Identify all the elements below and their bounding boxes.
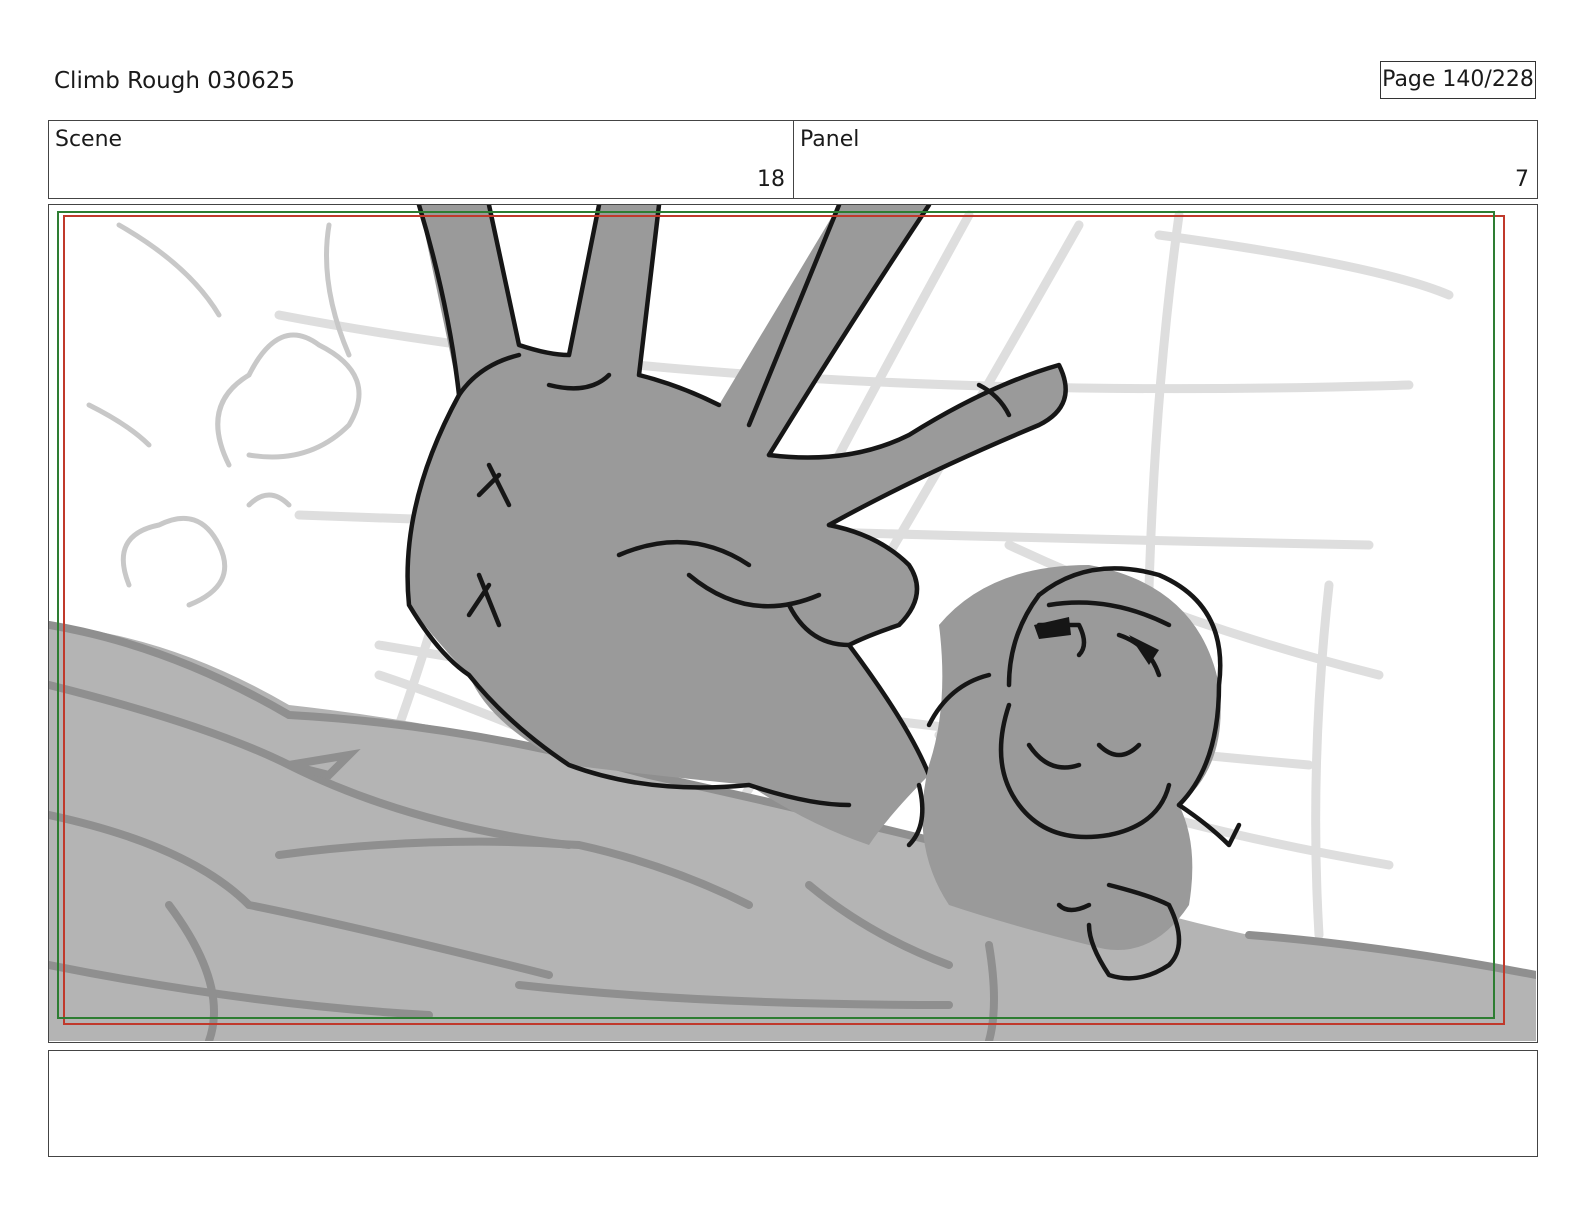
document-title: Climb Rough 030625 [54,68,296,94]
storyboard-drawing [49,205,1536,1041]
page-indicator: Page 140/228 [1380,61,1536,99]
scene-cell: Scene 18 [49,121,794,198]
scene-label: Scene [55,127,123,152]
scene-panel-row: Scene 18 Panel 7 [48,120,1538,199]
scene-number: 18 [757,167,785,192]
storyboard-frame [48,204,1538,1043]
panel-number: 7 [1515,167,1529,192]
panel-label: Panel [800,127,860,152]
cloud-sketch [86,222,362,608]
notes-box [48,1050,1538,1157]
panel-cell: Panel 7 [794,121,1537,198]
